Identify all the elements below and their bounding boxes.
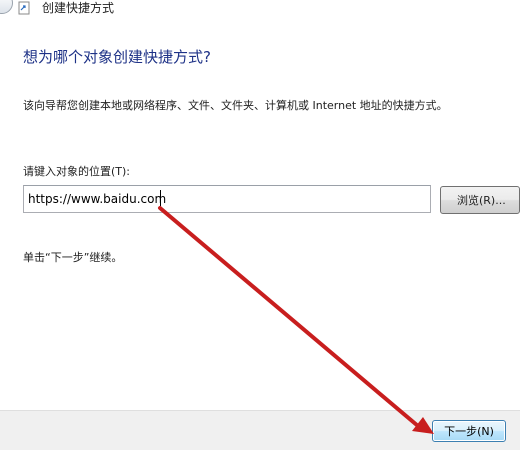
title-bar: 创建快捷方式	[0, 0, 520, 20]
text-caret	[160, 190, 161, 206]
location-label: 请键入对象的位置(T):	[23, 165, 131, 178]
wizard-heading: 想为哪个对象创建快捷方式?	[23, 48, 211, 66]
shortcut-wizard-icon	[18, 1, 30, 15]
create-shortcut-window: 创建快捷方式 想为哪个对象创建快捷方式? 该向导帮您创建本地或网络程序、文件、文…	[0, 0, 520, 450]
next-button[interactable]: 下一步(N)	[432, 420, 506, 442]
window-title: 创建快捷方式	[42, 1, 115, 15]
back-arrow-icon[interactable]	[0, 0, 13, 14]
location-input[interactable]	[23, 185, 431, 213]
continue-hint: 单击“下一步”继续。	[23, 251, 123, 264]
wizard-description: 该向导帮您创建本地或网络程序、文件、文件夹、计算机或 Internet 地址的快…	[23, 99, 448, 112]
annotation-arrow-line	[158, 206, 420, 428]
browse-button[interactable]: 浏览(R)...	[440, 186, 520, 214]
